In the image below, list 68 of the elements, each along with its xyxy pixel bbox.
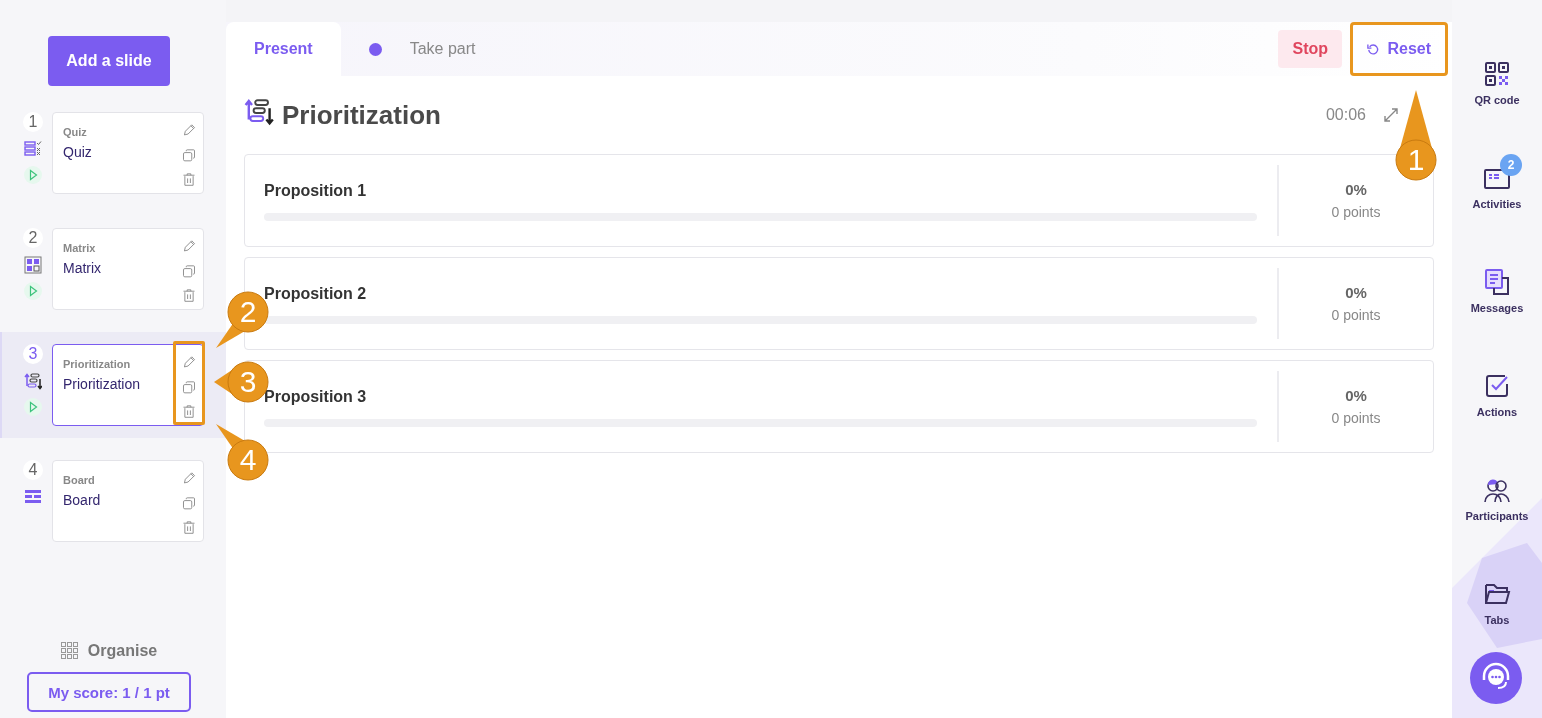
slide-type-label: Board xyxy=(63,474,96,486)
percent-value: 0% xyxy=(1345,181,1367,198)
slide-title: Quiz xyxy=(63,144,93,160)
points-value: 0 points xyxy=(1331,204,1381,220)
messages-icon xyxy=(1483,268,1511,296)
slide-card[interactable]: Quiz Quiz xyxy=(52,112,204,194)
copy-icon[interactable] xyxy=(181,263,197,279)
copy-icon[interactable] xyxy=(181,495,197,511)
activity-title: Prioritization xyxy=(282,99,441,131)
slide-row[interactable]: 1 Quiz Quiz xyxy=(0,100,226,206)
rail-item[interactable]: 2 Activities xyxy=(1468,152,1526,210)
organise-button[interactable]: Organise xyxy=(60,642,158,660)
grid-icon xyxy=(24,256,42,274)
slide-type-label: Quiz xyxy=(63,126,88,138)
reset-button[interactable]: Reset xyxy=(1350,22,1448,76)
actions-icon xyxy=(1483,372,1511,400)
points-value: 0 points xyxy=(1331,307,1381,323)
list-icon xyxy=(24,140,42,158)
slide-row[interactable]: 3 Prioritization Prioritization xyxy=(0,332,226,438)
percent-value: 0% xyxy=(1345,284,1367,301)
trash-icon[interactable] xyxy=(181,288,197,303)
add-slide-button[interactable]: Add a slide xyxy=(48,36,170,86)
proposition-label: Proposition 1 xyxy=(264,182,368,200)
slide-number: 4 xyxy=(23,460,43,480)
slide-title: Prioritization xyxy=(63,376,142,392)
score-button[interactable]: My score: 1 / 1 pt xyxy=(27,672,191,712)
count-badge: 2 xyxy=(1500,154,1522,176)
proposition-label: Proposition 2 xyxy=(264,285,368,303)
slide-card[interactable]: Matrix Matrix xyxy=(52,228,204,310)
reset-icon xyxy=(1367,42,1380,56)
pencil-icon[interactable] xyxy=(181,123,197,138)
percent-value: 0% xyxy=(1345,387,1367,404)
proposition-label: Proposition 3 xyxy=(264,388,368,406)
trash-icon[interactable] xyxy=(181,404,197,419)
trash-icon[interactable] xyxy=(181,520,197,535)
sort-icon xyxy=(24,372,42,390)
points-value: 0 points xyxy=(1331,410,1381,426)
slide-title: Matrix xyxy=(63,260,103,276)
slide-type-label: Prioritization xyxy=(63,358,132,370)
rail-item[interactable]: QR code xyxy=(1470,48,1524,106)
tab[interactable]: Present xyxy=(226,22,341,76)
rail-item[interactable]: Actions xyxy=(1472,360,1522,418)
slide-card[interactable]: Prioritization Prioritization xyxy=(52,344,204,426)
qr-icon xyxy=(1483,60,1511,88)
rail-item[interactable]: Messages xyxy=(1466,256,1528,314)
expand-icon[interactable] xyxy=(1382,106,1400,124)
timer: 00:06 xyxy=(1325,106,1366,124)
rail-item[interactable]: Participants xyxy=(1461,464,1533,522)
slide-title: Board xyxy=(63,492,102,508)
play-icon[interactable] xyxy=(24,166,42,184)
slide-row[interactable]: 4 Board Board xyxy=(0,448,226,554)
trash-icon[interactable] xyxy=(181,172,197,187)
slide-number: 3 xyxy=(23,344,43,364)
copy-icon[interactable] xyxy=(181,147,197,163)
pencil-icon[interactable] xyxy=(181,239,197,254)
pencil-icon[interactable] xyxy=(181,355,197,370)
pencil-icon[interactable] xyxy=(181,471,197,486)
slide-card[interactable]: Board Board xyxy=(52,460,204,542)
play-icon[interactable] xyxy=(24,398,42,416)
board-icon xyxy=(24,488,42,506)
slide-type-label: Matrix xyxy=(63,242,97,254)
grid-icon xyxy=(60,642,79,660)
chat-button[interactable] xyxy=(1470,652,1522,704)
slide-row[interactable]: 2 Matrix Matrix xyxy=(0,216,226,322)
copy-icon[interactable] xyxy=(181,379,197,395)
slide-number: 2 xyxy=(23,228,43,248)
play-icon[interactable] xyxy=(24,282,42,300)
slide-number: 1 xyxy=(23,112,43,132)
